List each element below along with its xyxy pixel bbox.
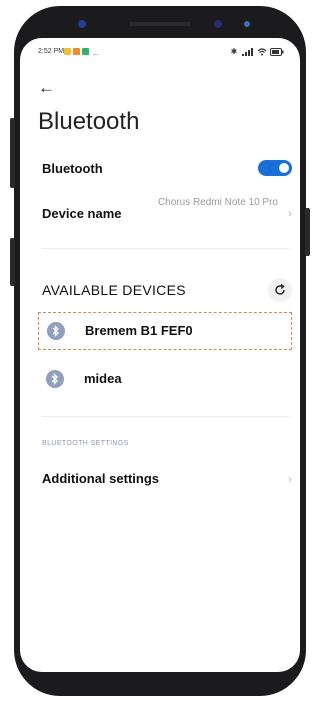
front-camera-icon — [78, 20, 86, 28]
earpiece-speaker — [129, 22, 191, 26]
volume-button — [10, 118, 15, 188]
notification-app-icon — [64, 48, 71, 55]
bluetooth-toggle-row[interactable]: Bluetooth — [42, 158, 292, 180]
page-title: Bluetooth — [38, 108, 140, 135]
power-button — [305, 208, 310, 256]
sensor-icon — [214, 20, 222, 28]
divider — [42, 416, 290, 417]
additional-settings-label: Additional settings — [42, 471, 159, 486]
notification-app-icon — [73, 48, 80, 55]
more-notifications-icon: ... — [92, 50, 99, 57]
refresh-icon — [275, 283, 285, 295]
bluetooth-device-icon — [47, 322, 65, 340]
bluetooth-device-icon — [46, 370, 64, 388]
notification-app-icon — [82, 48, 89, 55]
chevron-right-icon: › — [288, 472, 292, 486]
device-name: midea — [84, 371, 122, 386]
bluetooth-toggle[interactable] — [258, 160, 292, 176]
app-screen: 2:52 PM ... ✱ ← Bluetooth Bluetooth Devi… — [20, 38, 300, 672]
notification-icons: ... — [64, 48, 99, 57]
signal-icon — [241, 47, 253, 56]
status-time: 2:52 PM — [38, 48, 65, 55]
device-name-label: Device name — [42, 206, 122, 221]
toggle-knob — [279, 163, 289, 173]
device-item-midea[interactable]: midea — [38, 361, 290, 397]
refresh-button[interactable] — [268, 278, 292, 302]
sensor-icon — [244, 21, 250, 27]
bluetooth-status-icon: ✱ — [230, 47, 239, 56]
bluetooth-settings-heading: BLUETOOTH SETTINGS — [42, 440, 129, 447]
status-icons: ✱ — [231, 47, 284, 56]
chevron-right-icon: › — [288, 206, 292, 220]
device-name-row[interactable]: Device name Chorus Redmi Note 10 Pro › — [42, 196, 292, 230]
status-bar: 2:52 PM ... ✱ — [20, 46, 300, 60]
available-devices-heading: AVAILABLE DEVICES — [42, 282, 186, 298]
device-name-value: Chorus Redmi Note 10 Pro — [157, 197, 278, 208]
wifi-icon — [257, 48, 267, 56]
device-item-bremem[interactable]: Bremem B1 FEF0 — [38, 312, 292, 350]
device-name: Bremem B1 FEF0 — [85, 323, 193, 338]
additional-settings-row[interactable]: Additional settings › — [42, 468, 292, 490]
bluetooth-label: Bluetooth — [42, 161, 103, 176]
back-arrow-icon[interactable]: ← — [38, 78, 55, 98]
side-button — [10, 238, 15, 286]
divider — [42, 248, 290, 249]
battery-icon — [270, 47, 284, 56]
